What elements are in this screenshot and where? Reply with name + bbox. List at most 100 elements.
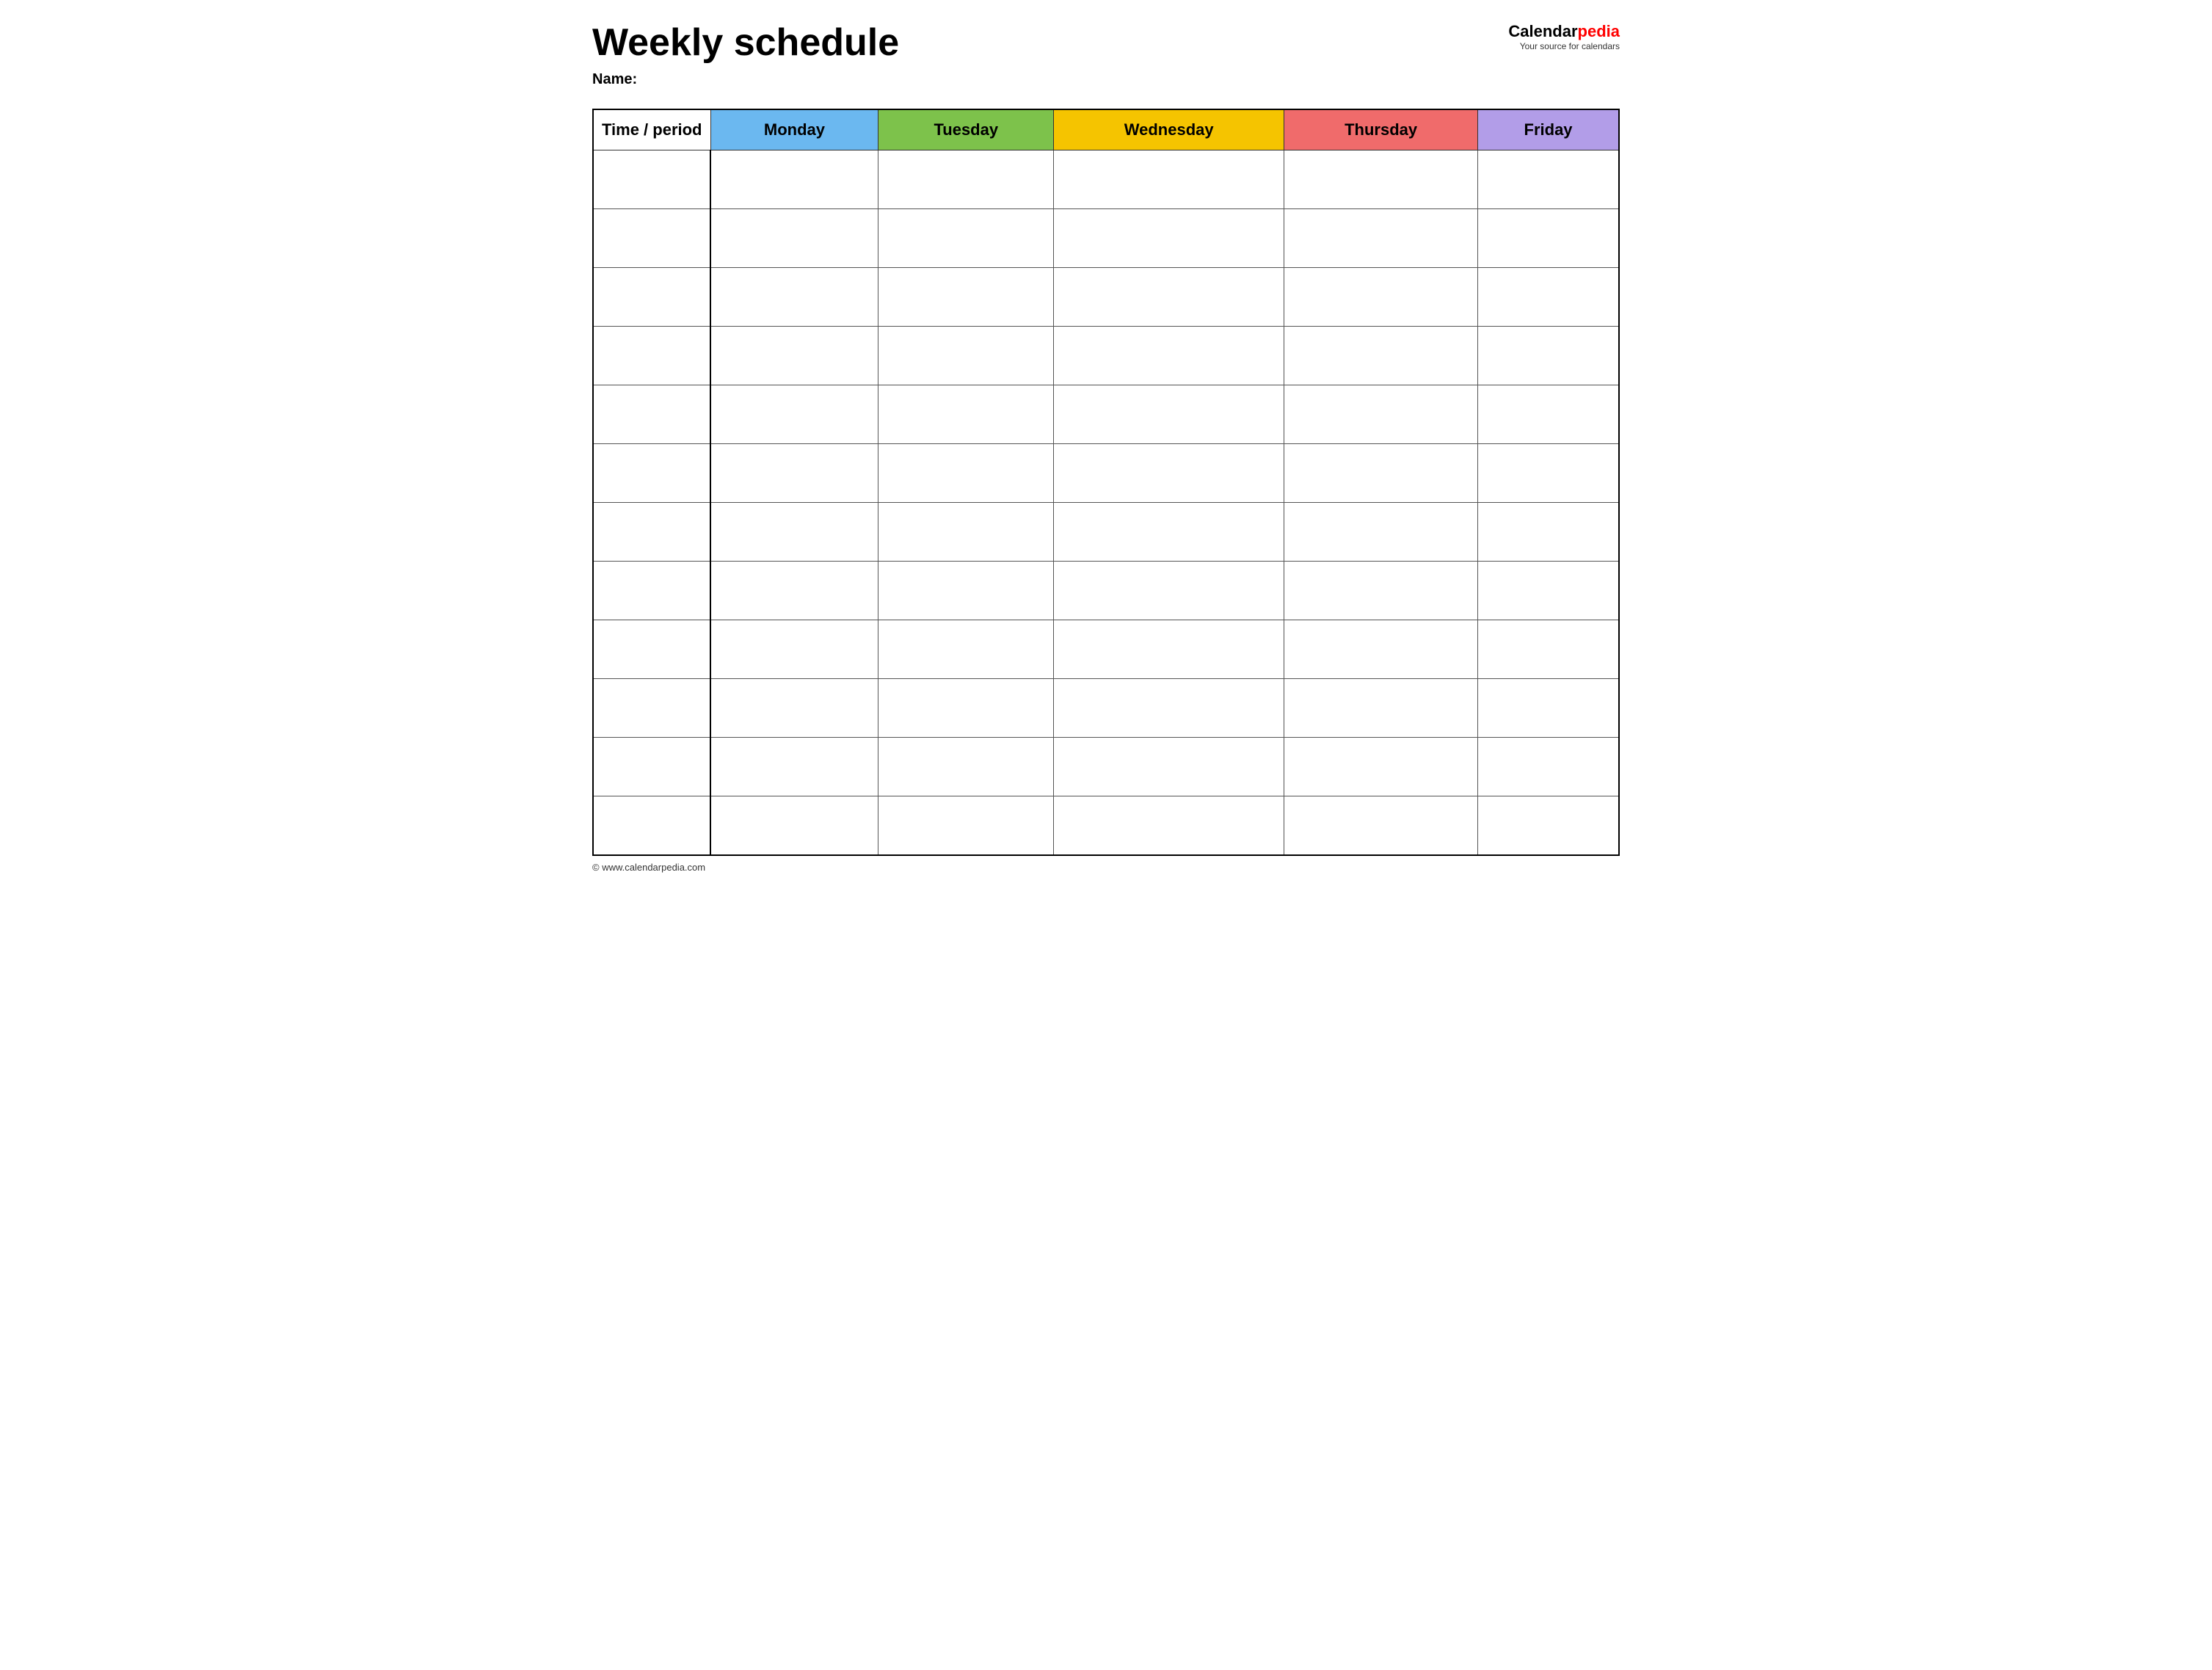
table-cell[interactable] <box>1284 150 1478 209</box>
table-row <box>593 327 1619 385</box>
table-cell[interactable] <box>1284 268 1478 327</box>
table-cell[interactable] <box>1054 444 1284 503</box>
table-cell[interactable] <box>1054 503 1284 562</box>
table-cell[interactable] <box>1284 385 1478 444</box>
schedule-body <box>593 150 1619 855</box>
table-cell[interactable] <box>1478 150 1619 209</box>
name-label: Name: <box>592 71 899 88</box>
table-cell[interactable] <box>710 562 878 620</box>
table-cell[interactable] <box>593 209 710 268</box>
title-section: Weekly schedule Name: <box>592 22 899 103</box>
table-cell[interactable] <box>1054 562 1284 620</box>
table-cell[interactable] <box>878 679 1054 738</box>
table-cell[interactable] <box>1054 150 1284 209</box>
table-cell[interactable] <box>593 738 710 796</box>
copyright: © www.calendarpedia.com <box>592 862 705 873</box>
table-row <box>593 503 1619 562</box>
table-cell[interactable] <box>1284 738 1478 796</box>
table-cell[interactable] <box>878 327 1054 385</box>
logo-pedia: pedia <box>1578 22 1620 40</box>
table-cell[interactable] <box>710 679 878 738</box>
table-cell[interactable] <box>1054 327 1284 385</box>
header-row: Time / period Monday Tuesday Wednesday T… <box>593 109 1619 150</box>
table-cell[interactable] <box>593 562 710 620</box>
table-cell[interactable] <box>1284 209 1478 268</box>
table-cell[interactable] <box>878 562 1054 620</box>
header-wednesday: Wednesday <box>1054 109 1284 150</box>
table-row <box>593 796 1619 855</box>
table-cell[interactable] <box>1478 503 1619 562</box>
table-cell[interactable] <box>1284 327 1478 385</box>
table-cell[interactable] <box>878 150 1054 209</box>
table-cell[interactable] <box>1478 209 1619 268</box>
page-container: Weekly schedule Name: Calendarpedia Your… <box>592 22 1620 873</box>
table-cell[interactable] <box>1478 327 1619 385</box>
table-cell[interactable] <box>878 796 1054 855</box>
table-cell[interactable] <box>1478 444 1619 503</box>
table-cell[interactable] <box>1054 385 1284 444</box>
schedule-table: Time / period Monday Tuesday Wednesday T… <box>592 109 1620 856</box>
table-cell[interactable] <box>593 327 710 385</box>
table-cell[interactable] <box>1284 562 1478 620</box>
logo-calendar: Calendar <box>1508 22 1577 40</box>
table-cell[interactable] <box>1054 679 1284 738</box>
table-cell[interactable] <box>710 268 878 327</box>
table-cell[interactable] <box>1284 620 1478 679</box>
table-row <box>593 150 1619 209</box>
table-cell[interactable] <box>593 150 710 209</box>
table-cell[interactable] <box>1478 738 1619 796</box>
table-cell[interactable] <box>710 796 878 855</box>
table-cell[interactable] <box>593 268 710 327</box>
table-cell[interactable] <box>593 444 710 503</box>
table-cell[interactable] <box>593 620 710 679</box>
table-cell[interactable] <box>1284 679 1478 738</box>
table-cell[interactable] <box>878 268 1054 327</box>
table-cell[interactable] <box>1054 209 1284 268</box>
table-cell[interactable] <box>593 503 710 562</box>
table-cell[interactable] <box>1054 620 1284 679</box>
table-cell[interactable] <box>1478 562 1619 620</box>
logo-tagline: Your source for calendars <box>1508 41 1620 51</box>
page-title: Weekly schedule <box>592 22 899 64</box>
table-cell[interactable] <box>593 679 710 738</box>
table-cell[interactable] <box>1054 796 1284 855</box>
table-cell[interactable] <box>710 738 878 796</box>
table-cell[interactable] <box>710 444 878 503</box>
header-monday: Monday <box>710 109 878 150</box>
table-cell[interactable] <box>878 738 1054 796</box>
table-cell[interactable] <box>878 209 1054 268</box>
table-cell[interactable] <box>710 209 878 268</box>
table-cell[interactable] <box>1478 620 1619 679</box>
table-cell[interactable] <box>1054 268 1284 327</box>
table-cell[interactable] <box>710 620 878 679</box>
table-cell[interactable] <box>1284 503 1478 562</box>
logo-text: Calendarpedia <box>1508 22 1620 41</box>
table-cell[interactable] <box>1478 385 1619 444</box>
table-cell[interactable] <box>878 620 1054 679</box>
table-cell[interactable] <box>710 503 878 562</box>
table-cell[interactable] <box>878 503 1054 562</box>
table-row <box>593 268 1619 327</box>
table-row <box>593 679 1619 738</box>
table-cell[interactable] <box>593 385 710 444</box>
logo-section: Calendarpedia Your source for calendars <box>1508 22 1620 51</box>
table-cell[interactable] <box>710 150 878 209</box>
table-cell[interactable] <box>593 796 710 855</box>
header-tuesday: Tuesday <box>878 109 1054 150</box>
header-friday: Friday <box>1478 109 1619 150</box>
table-cell[interactable] <box>878 444 1054 503</box>
table-cell[interactable] <box>1054 738 1284 796</box>
table-cell[interactable] <box>878 385 1054 444</box>
table-cell[interactable] <box>1284 444 1478 503</box>
table-cell[interactable] <box>1478 679 1619 738</box>
table-cell[interactable] <box>1478 796 1619 855</box>
table-row <box>593 444 1619 503</box>
table-cell[interactable] <box>710 385 878 444</box>
table-cell[interactable] <box>1478 268 1619 327</box>
table-row <box>593 209 1619 268</box>
table-cell[interactable] <box>710 327 878 385</box>
table-row <box>593 385 1619 444</box>
header: Weekly schedule Name: Calendarpedia Your… <box>592 22 1620 103</box>
table-cell[interactable] <box>1284 796 1478 855</box>
footer: © www.calendarpedia.com <box>592 862 1620 873</box>
